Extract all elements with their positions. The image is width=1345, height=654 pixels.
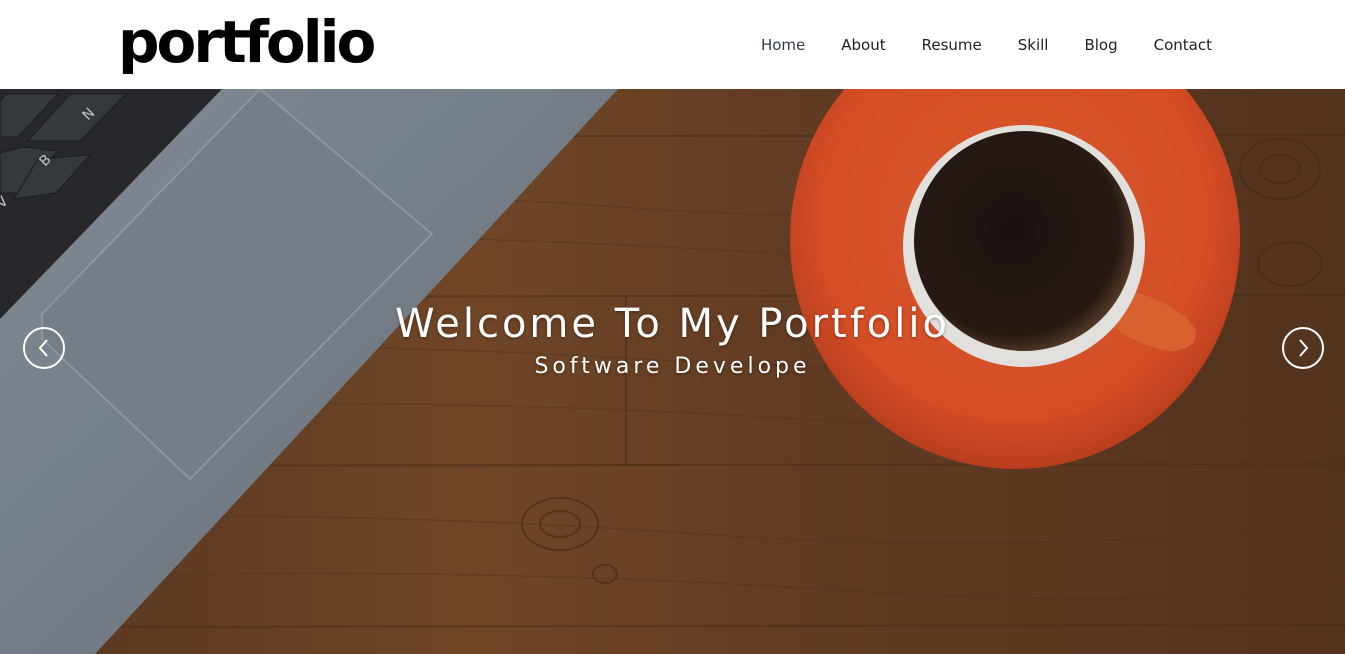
nav-item-about[interactable]: About — [841, 36, 885, 54]
slider-prev-button[interactable] — [23, 327, 65, 369]
site-logo[interactable]: portfolio — [118, 4, 376, 80]
chevron-right-icon — [1299, 339, 1309, 357]
nav-item-skill[interactable]: Skill — [1018, 36, 1049, 54]
hero-slider: N B V Welcome To My Portfolio Software D… — [0, 89, 1345, 654]
site-header: portfolio Home About Resume Skill Blog C… — [0, 0, 1345, 89]
slider-next-button[interactable] — [1282, 327, 1324, 369]
main-nav: Home About Resume Skill Blog Contact — [761, 0, 1212, 89]
hero-subtitle: Software Develope — [534, 354, 811, 379]
chevron-left-icon — [38, 339, 48, 357]
nav-item-resume[interactable]: Resume — [922, 36, 982, 54]
hero-title: Welcome To My Portfolio — [395, 300, 950, 347]
nav-item-home[interactable]: Home — [761, 36, 805, 54]
nav-item-blog[interactable]: Blog — [1084, 36, 1117, 54]
nav-item-contact[interactable]: Contact — [1154, 36, 1212, 54]
